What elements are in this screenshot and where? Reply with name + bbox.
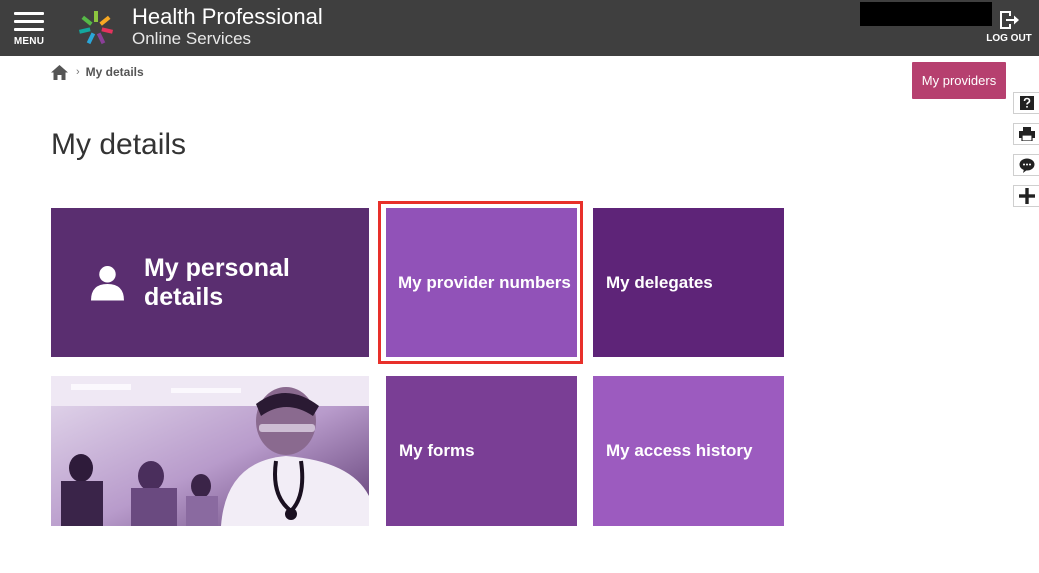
tile-my-access-history[interactable]: My access history xyxy=(593,376,784,526)
hamburger-icon xyxy=(14,12,44,31)
expand-button[interactable] xyxy=(1013,185,1039,207)
chevron-right-icon: › xyxy=(76,66,80,78)
page-title: My details xyxy=(51,128,187,161)
logout-icon xyxy=(1000,11,1019,29)
tile-label: My forms xyxy=(399,441,475,460)
user-name-redacted xyxy=(860,2,992,26)
logout-label: LOG OUT xyxy=(986,33,1032,44)
brand-title: Health Professional Online Services xyxy=(132,4,323,48)
side-toolbar xyxy=(1013,92,1039,216)
doctor-photo xyxy=(51,376,369,526)
feedback-icon xyxy=(1019,158,1034,173)
brand-line-1: Health Professional xyxy=(132,4,323,29)
menu-button[interactable]: MENU xyxy=(10,10,48,48)
top-bar: MENU Health Professional Online Services… xyxy=(0,0,1039,56)
tile-label: My personal details xyxy=(143,253,290,311)
breadcrumb-current: My details xyxy=(85,65,144,79)
expand-icon xyxy=(1018,188,1035,204)
tile-label: My delegates xyxy=(606,272,713,292)
print-button[interactable] xyxy=(1013,123,1039,145)
feedback-button[interactable] xyxy=(1013,154,1039,176)
logout-button[interactable]: LOG OUT xyxy=(983,10,1035,44)
breadcrumb: › My details xyxy=(51,62,144,82)
selection-highlight xyxy=(378,201,583,364)
my-providers-button[interactable]: My providers xyxy=(912,62,1006,99)
logo-icon xyxy=(78,11,114,45)
print-icon xyxy=(1018,127,1035,141)
menu-label: MENU xyxy=(13,36,45,47)
hero-photo xyxy=(51,376,369,526)
tile-my-delegates[interactable]: My delegates xyxy=(593,208,784,357)
tile-my-personal-details[interactable]: My personal details xyxy=(51,208,369,357)
brand-line-2: Online Services xyxy=(132,29,252,48)
help-icon xyxy=(1019,96,1034,110)
tile-label: My access history xyxy=(606,441,753,460)
tile-my-forms[interactable]: My forms xyxy=(386,376,577,526)
help-button[interactable] xyxy=(1013,92,1039,114)
home-icon[interactable] xyxy=(51,64,68,80)
person-icon xyxy=(91,265,124,300)
